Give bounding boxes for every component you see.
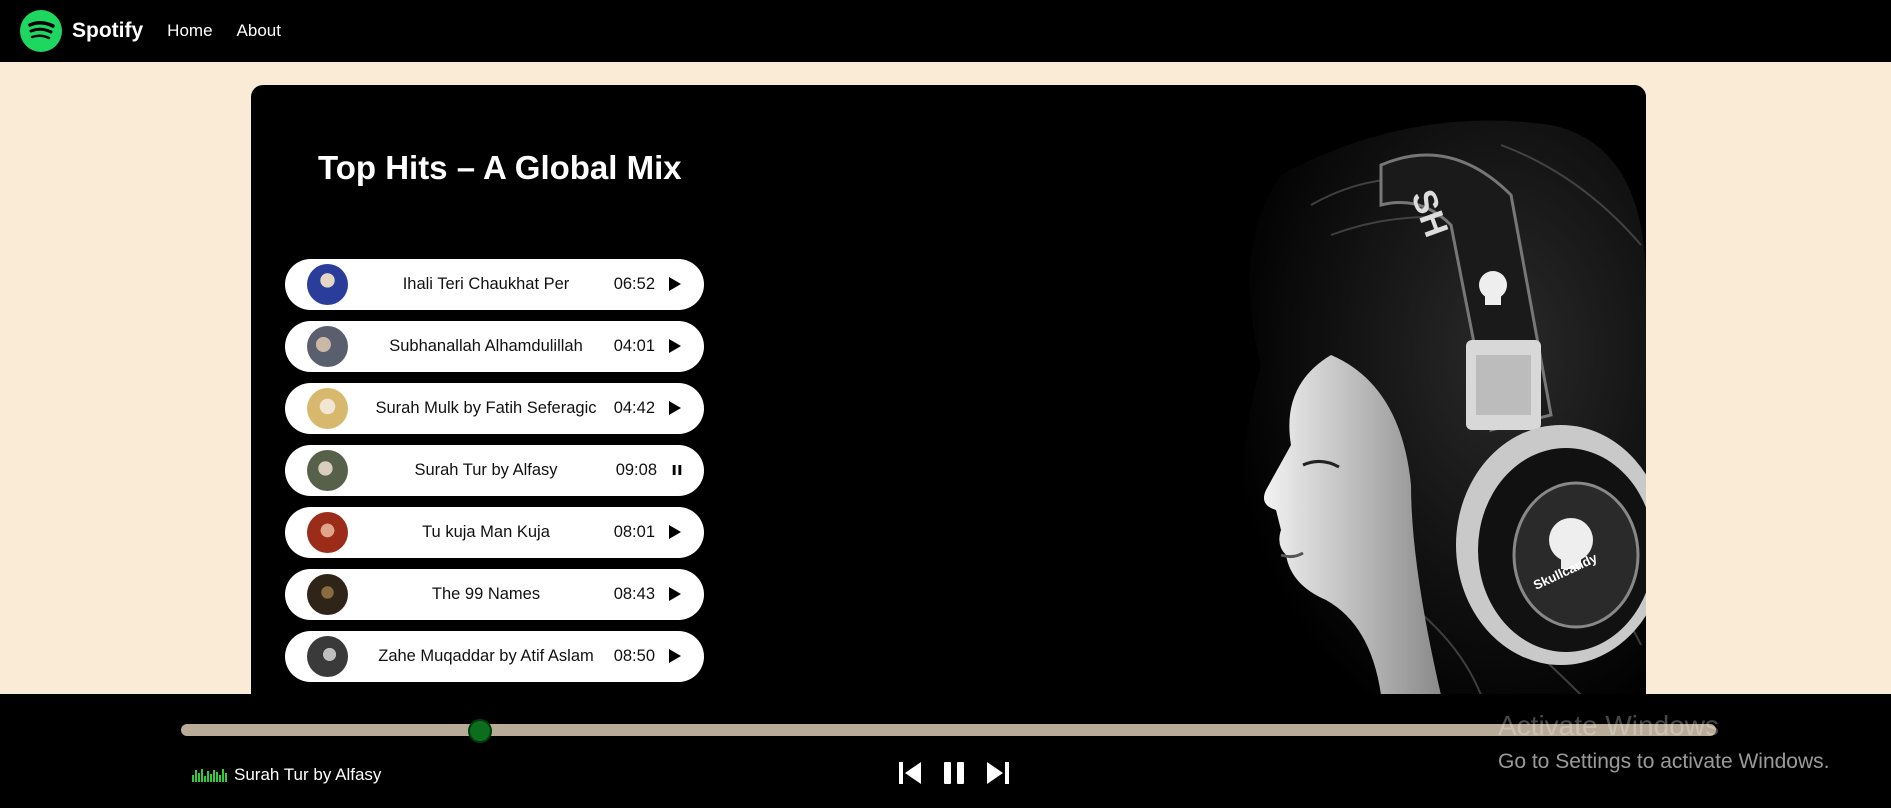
skip-forward-icon bbox=[987, 762, 1009, 784]
spotify-logo-icon bbox=[20, 10, 62, 52]
progress-handle[interactable] bbox=[468, 719, 492, 743]
song-duration: 08:01 bbox=[613, 523, 655, 541]
pause-icon[interactable] bbox=[672, 464, 682, 476]
activate-windows-heading: Activate Windows bbox=[1498, 710, 1719, 741]
song-name: The 99 Names bbox=[431, 585, 541, 603]
song-name: Surah Mulk by Fatih Seferagic bbox=[375, 399, 597, 417]
song-item[interactable]: Surah Mulk by Fatih Seferagic 04:42 bbox=[285, 383, 704, 434]
logo[interactable]: Spotify bbox=[20, 10, 143, 52]
pause-icon bbox=[944, 762, 964, 784]
song-item[interactable]: Subhanallah Alhamdulillah 04:01 bbox=[285, 321, 704, 372]
song-name: Zahe Muqaddar by Atif Aslam bbox=[378, 647, 594, 665]
player-bar: Surah Tur by Alfasy Activate Windows Go … bbox=[0, 694, 1891, 808]
song-thumbnail bbox=[307, 574, 348, 615]
activate-windows-text: Go to Settings to activate Windows. bbox=[1498, 750, 1830, 773]
song-item[interactable]: The 99 Names 08:43 bbox=[285, 569, 704, 620]
skip-back-icon bbox=[899, 762, 921, 784]
song-thumbnail bbox=[307, 636, 348, 677]
equalizer-icon bbox=[192, 768, 228, 782]
play-icon[interactable] bbox=[668, 524, 682, 540]
pause-button[interactable] bbox=[937, 758, 971, 788]
now-playing: Surah Tur by Alfasy bbox=[192, 765, 381, 785]
song-item[interactable]: Surah Tur by Alfasy 09:08 bbox=[285, 445, 704, 496]
nav-link-home[interactable]: Home bbox=[167, 21, 212, 41]
previous-button[interactable] bbox=[893, 758, 927, 788]
song-thumbnail bbox=[307, 388, 348, 429]
hero-image: SH Skullcandy bbox=[1081, 85, 1646, 695]
song-duration: 08:43 bbox=[613, 585, 655, 603]
song-name: Surah Tur by Alfasy bbox=[414, 461, 558, 479]
song-duration: 04:42 bbox=[613, 399, 655, 417]
song-thumbnail bbox=[307, 264, 348, 305]
top-navbar: Spotify Home About bbox=[0, 0, 1891, 62]
song-duration: 04:01 bbox=[613, 337, 655, 355]
song-thumbnail bbox=[307, 450, 348, 491]
song-name: Tu kuja Man Kuja bbox=[422, 523, 550, 541]
next-button[interactable] bbox=[981, 758, 1015, 788]
song-list: Ihali Teri Chaukhat Per 06:52 Subhanalla… bbox=[285, 259, 704, 693]
play-icon[interactable] bbox=[668, 648, 682, 664]
song-duration: 08:50 bbox=[613, 647, 655, 665]
song-item[interactable]: Zahe Muqaddar by Atif Aslam 08:50 bbox=[285, 631, 704, 682]
song-name: Ihali Teri Chaukhat Per bbox=[402, 275, 570, 293]
playback-controls bbox=[893, 758, 1025, 788]
song-thumbnail bbox=[307, 512, 348, 553]
song-item[interactable]: Tu kuja Man Kuja 08:01 bbox=[285, 507, 704, 558]
song-duration: 06:52 bbox=[613, 275, 655, 293]
song-item[interactable]: Ihali Teri Chaukhat Per 06:52 bbox=[285, 259, 704, 310]
song-name: Subhanallah Alhamdulillah bbox=[389, 337, 583, 355]
playlist-card: Top Hits – A Global Mix Ihali Teri Chauk… bbox=[251, 85, 1646, 695]
play-icon[interactable] bbox=[668, 586, 682, 602]
play-icon[interactable] bbox=[668, 338, 682, 354]
song-thumbnail bbox=[307, 326, 348, 367]
play-icon[interactable] bbox=[668, 276, 682, 292]
progress-track[interactable] bbox=[181, 724, 1716, 736]
now-playing-title: Surah Tur by Alfasy bbox=[234, 765, 382, 784]
song-duration: 09:08 bbox=[615, 461, 657, 479]
brand-name: Spotify bbox=[72, 19, 144, 42]
nav-link-about[interactable]: About bbox=[237, 21, 281, 41]
play-icon[interactable] bbox=[668, 400, 682, 416]
playlist-title: Top Hits – A Global Mix bbox=[318, 149, 682, 186]
